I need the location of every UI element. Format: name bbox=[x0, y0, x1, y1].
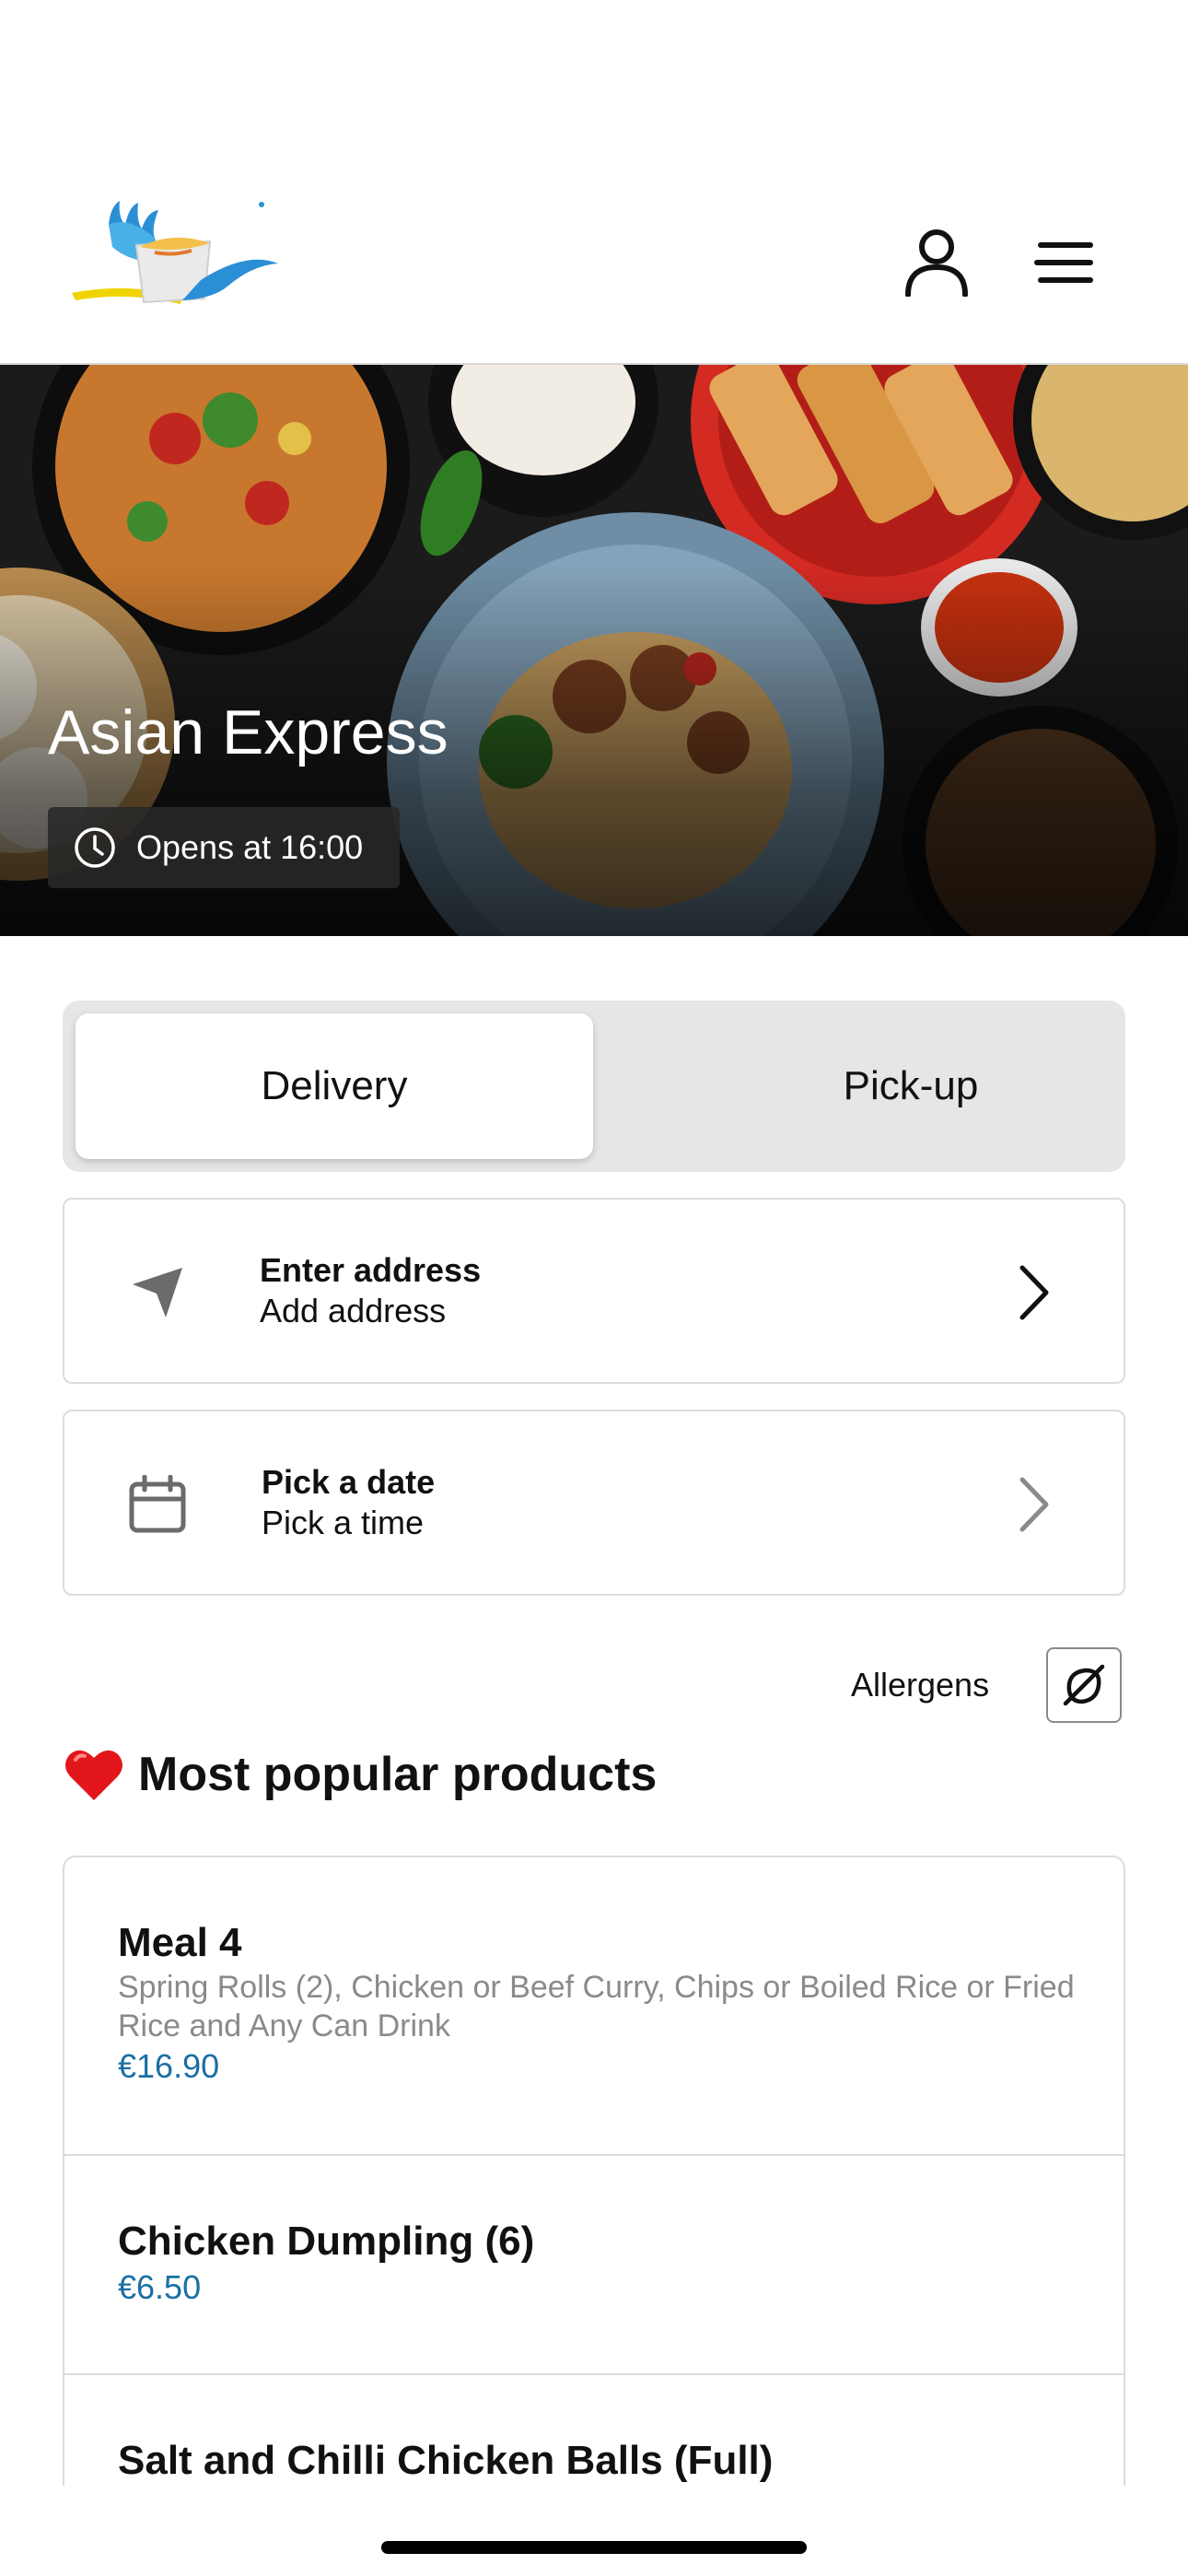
opening-hours-text: Opens at 16:00 bbox=[136, 828, 364, 866]
opening-hours-badge: Opens at 16:00 bbox=[48, 807, 400, 888]
address-title: Enter address bbox=[260, 1251, 482, 1289]
calendar-icon bbox=[125, 1472, 190, 1537]
allergens-label: Allergens bbox=[851, 1666, 990, 1704]
product-item[interactable]: Salt and Chilli Chicken Balls (Full) bbox=[64, 2375, 1124, 2486]
product-description: Spring Rolls (2), Chicken or Beef Curry,… bbox=[118, 1970, 1075, 2043]
schedule-row[interactable]: Pick a date Pick a time bbox=[63, 1410, 1125, 1596]
delivery-option[interactable]: Delivery bbox=[76, 1013, 593, 1159]
address-subtitle: Add address bbox=[260, 1292, 447, 1329]
product-price: €6.50 bbox=[118, 2268, 202, 2306]
user-icon bbox=[905, 229, 968, 297]
menu-button[interactable] bbox=[1022, 221, 1105, 304]
restaurant-logo[interactable] bbox=[72, 197, 282, 326]
allergen-filter-icon bbox=[1063, 1664, 1105, 1706]
app-header bbox=[0, 166, 1188, 365]
menu-icon bbox=[1034, 242, 1093, 283]
product-name: Chicken Dumpling (6) bbox=[118, 2219, 535, 2264]
clock-icon bbox=[75, 827, 115, 868]
product-name: Meal 4 bbox=[118, 1920, 242, 1965]
schedule-title: Pick a date bbox=[262, 1463, 436, 1501]
product-item[interactable]: Meal 4 Spring Rolls (2), Chicken or Beef… bbox=[64, 1857, 1124, 2156]
logo-bird-bowl-icon bbox=[72, 201, 278, 304]
pickup-option[interactable]: Pick-up bbox=[652, 1013, 1170, 1159]
restaurant-name: Asian Express bbox=[48, 697, 448, 767]
chevron-right-icon bbox=[1019, 1477, 1049, 1532]
section-title: Most popular products bbox=[138, 1748, 658, 1801]
heart-icon bbox=[65, 1750, 122, 1800]
allergens-button[interactable] bbox=[1046, 1647, 1122, 1723]
account-button[interactable] bbox=[895, 221, 978, 304]
order-mode-toggle: Delivery Pick-up bbox=[63, 1001, 1125, 1172]
product-price: €16.90 bbox=[118, 2047, 220, 2085]
home-indicator[interactable] bbox=[381, 2541, 807, 2554]
product-name: Salt and Chilli Chicken Balls (Full) bbox=[118, 2438, 774, 2483]
hero-banner: Asian Express Opens at 16:00 bbox=[0, 365, 1188, 936]
schedule-subtitle: Pick a time bbox=[262, 1504, 425, 1541]
address-row[interactable]: Enter address Add address bbox=[63, 1198, 1125, 1384]
page: Asian Express Opens at 16:00 Delivery Pi… bbox=[0, 0, 1188, 2576]
chevron-right-icon bbox=[1019, 1265, 1049, 1320]
popular-products-heading: Most popular products bbox=[64, 1747, 657, 1802]
location-arrow-icon bbox=[125, 1260, 190, 1325]
product-list: Meal 4 Spring Rolls (2), Chicken or Beef… bbox=[63, 1856, 1125, 2486]
product-item[interactable]: Chicken Dumpling (6) €6.50 bbox=[64, 2156, 1124, 2375]
